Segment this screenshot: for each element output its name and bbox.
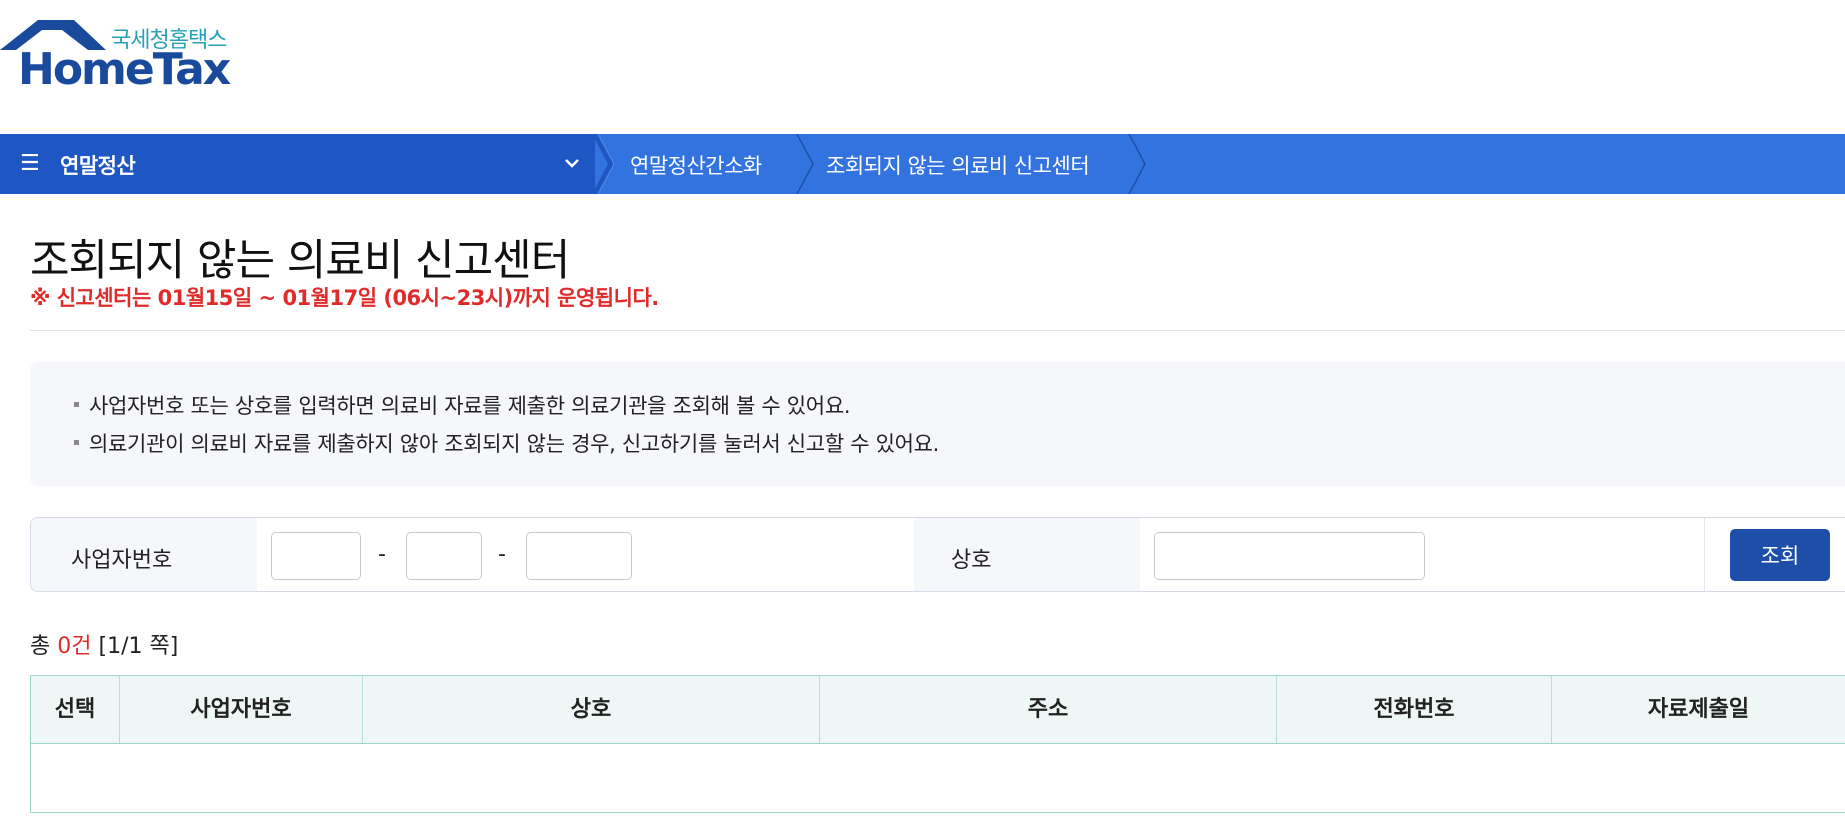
title-divider bbox=[30, 330, 1845, 331]
dash-separator: - bbox=[498, 542, 506, 567]
bullet-icon bbox=[74, 439, 79, 445]
business-number-part2-input[interactable] bbox=[406, 532, 482, 580]
hamburger-menu-icon[interactable]: ☰ bbox=[20, 151, 40, 176]
total-prefix: 총 bbox=[30, 634, 51, 659]
hometax-logo[interactable]: 국세청홈택스 HomeTax bbox=[0, 14, 231, 95]
business-number-label: 사업자번호 bbox=[31, 518, 257, 591]
button-divider bbox=[1704, 518, 1705, 591]
column-header-business-number[interactable]: 사업자번호 bbox=[120, 676, 363, 743]
info-item: 의료기관이 의료비 자료를 제출하지 않아 조회되지 않는 경우, 신고하기를 … bbox=[74, 428, 939, 458]
operation-period-notice: ※ 신고센터는 01월15일 ~ 01월17일 (06시~23시)까지 운영됩니… bbox=[30, 286, 659, 310]
table-header: 선택 사업자번호 상호 주소 전화번호 자료제출일 bbox=[31, 676, 1845, 744]
bullet-icon bbox=[74, 401, 79, 407]
info-text: 의료기관이 의료비 자료를 제출하지 않아 조회되지 않는 경우, 신고하기를 … bbox=[89, 432, 940, 456]
dash-separator: - bbox=[378, 542, 386, 567]
column-header-address[interactable]: 주소 bbox=[820, 676, 1277, 743]
navigation-bar: ☰ 연말정산 연말정산간소화 조회되지 않는 의료비 신고센터 bbox=[0, 134, 1845, 194]
column-header-phone[interactable]: 전화번호 bbox=[1277, 676, 1552, 743]
nav-menu-dropdown[interactable]: ☰ 연말정산 bbox=[0, 134, 595, 194]
info-text: 사업자번호 또는 상호를 입력하면 의료비 자료를 제출한 의료기관을 조회해 … bbox=[89, 394, 851, 418]
column-header-select[interactable]: 선택 bbox=[31, 676, 120, 743]
breadcrumb-separator-icon bbox=[796, 134, 814, 194]
business-name-label: 상호 bbox=[914, 518, 1140, 591]
info-box: 사업자번호 또는 상호를 입력하면 의료비 자료를 제출한 의료기관을 조회해 … bbox=[30, 362, 1845, 486]
business-name-input[interactable] bbox=[1154, 532, 1425, 580]
business-number-part1-input[interactable] bbox=[271, 532, 361, 580]
search-button[interactable]: 조회 bbox=[1730, 529, 1830, 581]
logo-english-text: HomeTax bbox=[18, 44, 231, 95]
table-body-empty bbox=[31, 744, 1845, 812]
breadcrumb-medical-report-center[interactable]: 조회되지 않는 의료비 신고센터 bbox=[826, 150, 1090, 180]
nav-menu-title: 연말정산 bbox=[60, 154, 136, 178]
page-title: 조회되지 않는 의료비 신고센터 bbox=[30, 236, 570, 286]
breadcrumb-year-end-simplified[interactable]: 연말정산간소화 bbox=[630, 150, 762, 180]
breadcrumb-separator-icon bbox=[592, 134, 615, 194]
business-number-part3-input[interactable] bbox=[526, 532, 632, 580]
breadcrumb-separator-icon bbox=[1128, 134, 1146, 194]
column-header-submission-date[interactable]: 자료제출일 bbox=[1552, 676, 1845, 743]
search-form: 사업자번호 - - 상호 조회 bbox=[30, 517, 1845, 592]
chevron-down-icon[interactable] bbox=[563, 154, 581, 172]
result-count: 총 0건 [1/1 쪽] bbox=[30, 628, 178, 660]
info-item: 사업자번호 또는 상호를 입력하면 의료비 자료를 제출한 의료기관을 조회해 … bbox=[74, 390, 851, 420]
page-info: [1/1 쪽] bbox=[98, 634, 179, 659]
results-table: 선택 사업자번호 상호 주소 전화번호 자료제출일 bbox=[30, 675, 1845, 813]
total-count: 0건 bbox=[57, 634, 92, 659]
column-header-business-name[interactable]: 상호 bbox=[363, 676, 820, 743]
